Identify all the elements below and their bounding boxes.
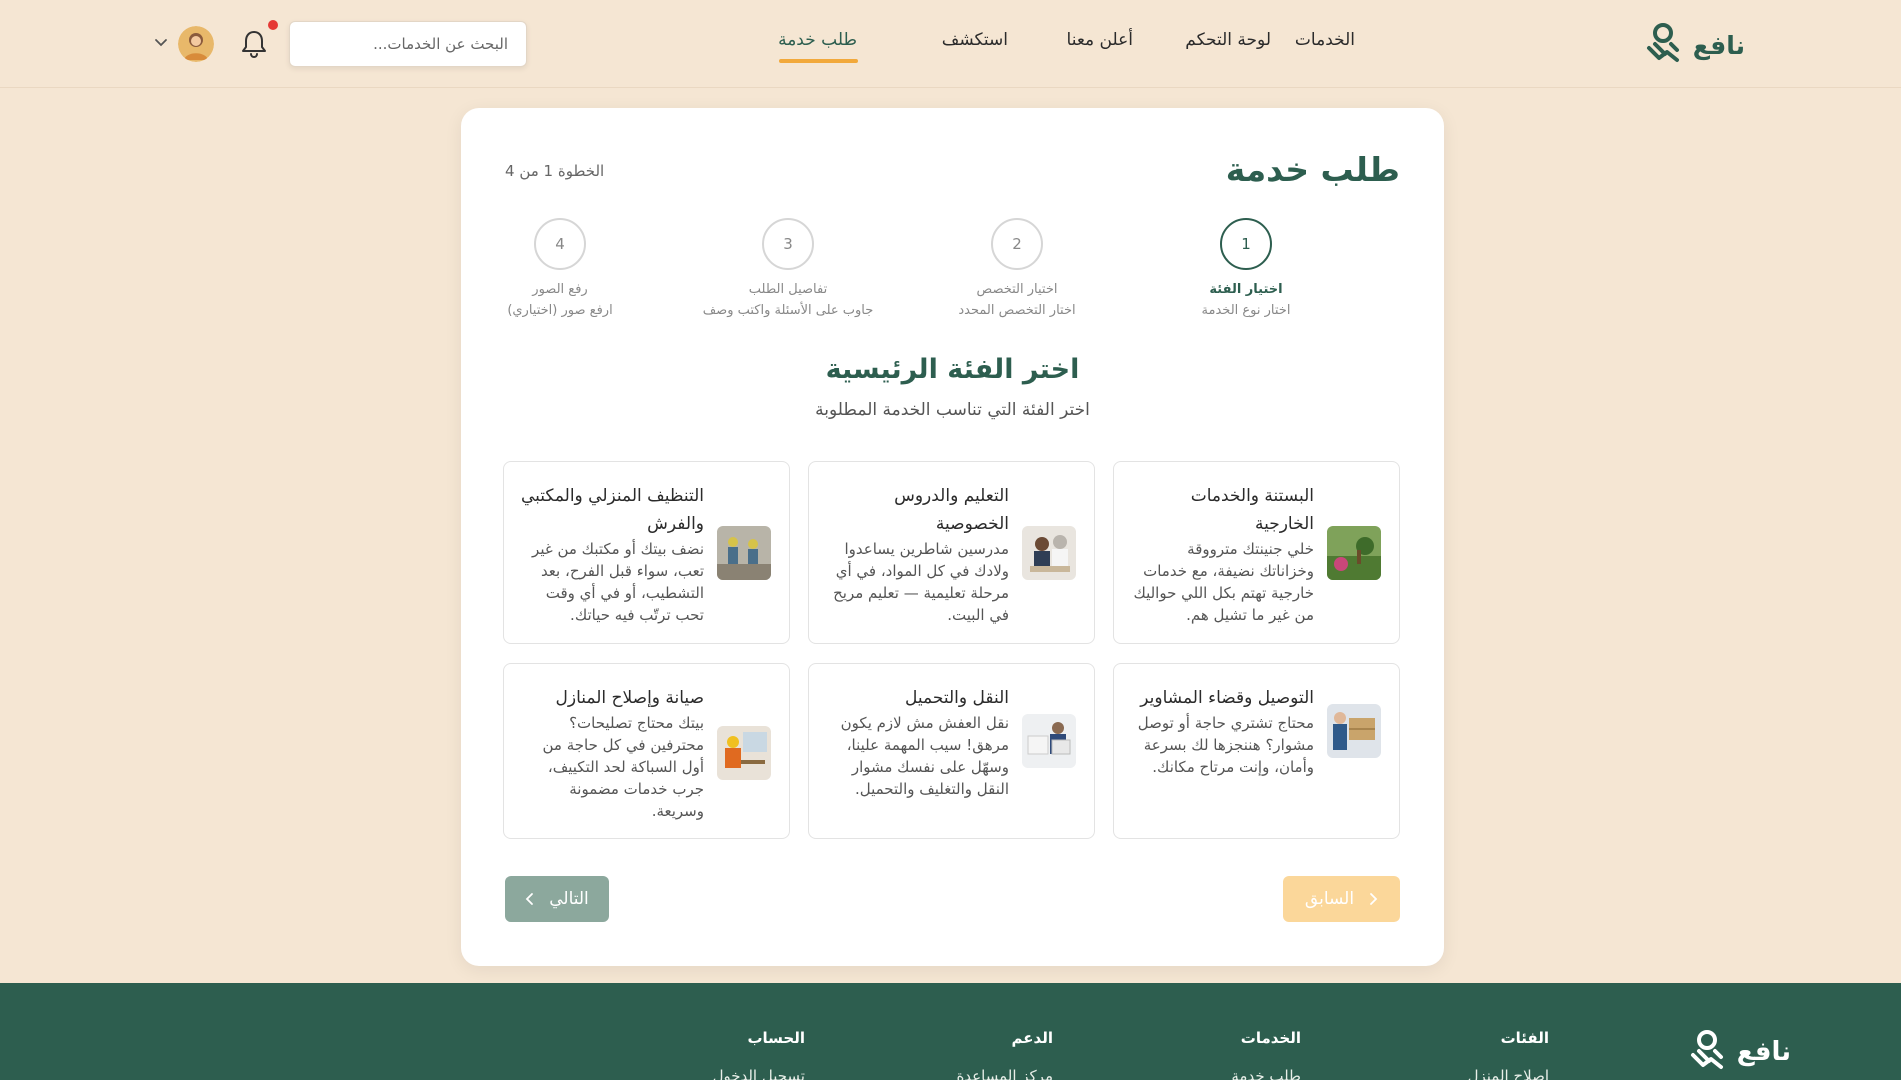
nav-link-dashboard[interactable]: لوحة التحكم [1185,30,1271,50]
step-number: 3 [762,218,814,270]
footer: نافع الفئات الخدمات الدعم الحساب إصلاح ا… [0,983,1901,1080]
delivery-photo-icon [1327,704,1381,758]
nav-link-services[interactable]: الخدمات [1295,30,1355,50]
category-card-moving[interactable]: النقل والتحميل نقل العفش مش لازم يكون مر… [808,663,1095,839]
footer-brand-name: نافع [1736,1037,1791,1067]
step-subtitle: اختار التخصص المحدد [958,303,1076,318]
footer-heading-account: الحساب [747,1029,805,1047]
footer-heading-categories: الفئات [1500,1029,1549,1047]
user-avatar[interactable] [178,26,214,62]
brand-logo[interactable]: نافع [1645,22,1745,68]
category-title: البستنة والخدمات الخارجية [1190,486,1314,534]
footer-heading-services: الخدمات [1240,1029,1301,1047]
category-description: نقل العفش مش لازم يكون مرهق! سيب المهمة … [840,714,1009,798]
step-subtitle: جاوب على الأسئلة واكتب وصف [702,303,874,318]
step-number: 1 [1220,218,1272,270]
cleaning-photo-icon [717,526,771,580]
chevron-down-icon[interactable] [154,38,168,48]
step-3: 3 تفاصيل الطلب جاوب على الأسئلة واكتب وص… [688,218,888,318]
notification-badge [268,20,278,30]
footer-link[interactable]: طلب خدمة [1231,1067,1301,1080]
category-description: خلي جنينتك مترووقة وخزاناتك نضيفة، مع خد… [1133,540,1314,624]
garden-photo-icon [1327,526,1381,580]
chevron-right-icon [1370,893,1378,905]
category-description: محتاج تشتري حاجة أو توصل مشوار؟ هننجزها … [1137,714,1314,776]
footer-brand-logo[interactable]: نافع [1689,1029,1791,1075]
page-title: طلب خدمة [1225,150,1400,189]
category-title: التعليم والدروس الخصوصية [894,486,1009,534]
nav-link-explore[interactable]: استكشف [942,30,1008,50]
category-description: بيتك محتاج تصليحات؟ محترفين في كل حاجة م… [542,714,705,820]
category-card-gardening[interactable]: البستنة والخدمات الخارجية خلي جنينتك متر… [1113,461,1400,644]
step-number: 4 [534,218,586,270]
moving-photo-icon [1022,714,1076,768]
category-card-tutoring[interactable]: التعليم والدروس الخصوصية مدرسين شاطرين ي… [808,461,1095,644]
next-button-label: التالي [549,889,589,909]
step-title: اختيار التخصص [976,282,1058,297]
top-navbar: نافع الخدمات لوحة التحكم أعلن معنا استكش… [0,0,1901,88]
step-title: رفع الصور [532,282,588,297]
search-input[interactable] [289,21,527,67]
active-nav-underline [779,59,858,63]
category-description: نضف بيتك أو مكتبك من غير تعب، سواء قبل ا… [532,540,704,624]
nav-link-request-service[interactable]: طلب خدمة [778,30,857,50]
category-card-cleaning[interactable]: التنظيف المنزلي والمكتبي والفرش نضف بيتك… [503,461,790,644]
request-service-card: طلب خدمة الخطوة 1 من 4 1 اختيار الفئة اخ… [461,108,1444,966]
footer-link[interactable]: تسجيل الدخول [713,1067,805,1080]
step-number: 2 [991,218,1043,270]
brand-name: نافع [1692,30,1745,60]
step-2: 2 اختيار التخصص اختار التخصص المحدد [917,218,1117,318]
step-title: اختيار الفئة [1209,282,1283,297]
category-title: صيانة وإصلاح المنازل [555,688,704,708]
category-card-delivery[interactable]: التوصيل وقضاء المشاوير محتاج تشتري حاجة … [1113,663,1400,839]
footer-logo-icon [1690,1030,1723,1069]
category-title: التوصيل وقضاء المشاوير [1140,688,1314,708]
category-description: مدرسين شاطرين يساعدوا ولادك في كل المواد… [833,540,1009,624]
previous-button[interactable]: السابق [1283,876,1400,922]
step-1: 1 اختيار الفئة اختار نوع الخدمة [1146,218,1346,318]
category-title: التنظيف المنزلي والمكتبي والفرش [521,486,704,534]
next-button[interactable]: التالي [505,876,609,922]
section-title: اختر الفئة الرئيسية [825,354,1080,385]
category-title: النقل والتحميل [905,688,1009,708]
tutoring-photo-icon [1022,526,1076,580]
step-subtitle: اختار نوع الخدمة [1201,303,1291,318]
step-4: 4 رفع الصور ارفع صور (اختياري) [460,218,660,318]
category-card-repair[interactable]: صيانة وإصلاح المنازل بيتك محتاج تصليحات؟… [503,663,790,839]
footer-link[interactable]: مركز المساعدة [956,1067,1053,1080]
footer-heading-support: الدعم [1011,1029,1053,1047]
step-counter: الخطوة 1 من 4 [505,162,605,180]
notification-bell-icon[interactable] [240,29,268,59]
previous-button-label: السابق [1304,889,1355,909]
chevron-left-icon [525,893,534,905]
repair-photo-icon [717,726,771,780]
footer-link[interactable]: إصلاح المنزل [1468,1067,1549,1080]
nav-link-advertise[interactable]: أعلن معنا [1067,30,1133,50]
step-subtitle: ارفع صور (اختياري) [507,303,613,318]
step-title: تفاصيل الطلب [748,282,828,297]
brand-logo-icon [1646,23,1679,62]
section-subtitle: اختر الفئة التي تناسب الخدمة المطلوبة [815,400,1090,420]
